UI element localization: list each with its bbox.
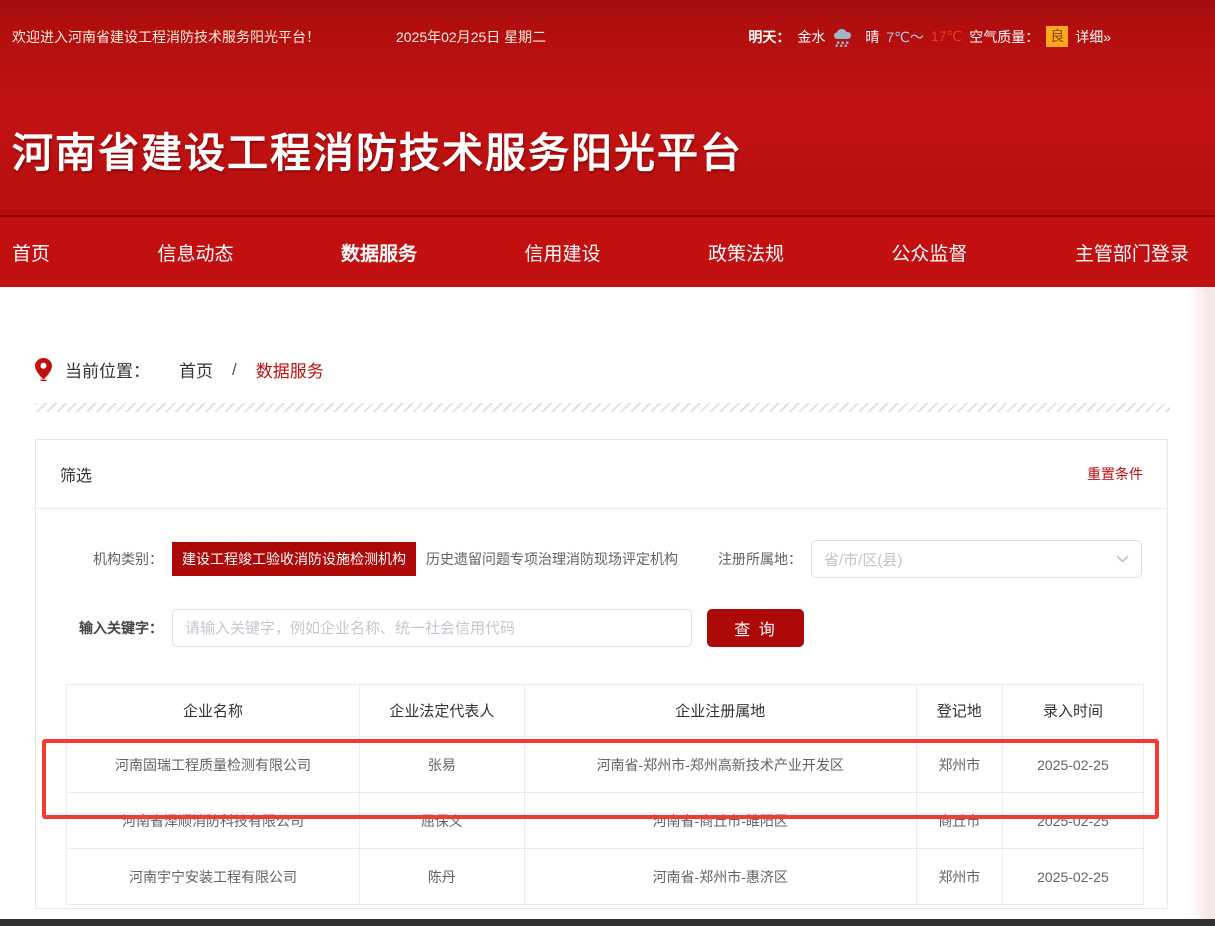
region-select-placeholder: 省/市/区(县) — [824, 549, 902, 570]
keyword-input[interactable] — [172, 609, 692, 647]
cell-address: 河南省-商丘市-睢阳区 — [524, 793, 916, 849]
col-header-entry-date: 录入时间 — [1002, 685, 1143, 737]
footer-top-edge — [0, 919, 1215, 926]
header-banner: 欢迎进入河南省建设工程消防技术服务阳光平台！ 2025年02月25日 星期二 明… — [0, 0, 1215, 215]
cell-legal-rep: 张易 — [359, 737, 524, 793]
temp-high: 17℃ — [931, 28, 962, 45]
table-row[interactable]: 河南省泽顺消防科技有限公司 屈保义 河南省-商丘市-睢阳区 商丘市 2025-0… — [67, 793, 1144, 849]
topbar: 欢迎进入河南省建设工程消防技术服务阳光平台！ 2025年02月25日 星期二 明… — [0, 0, 1215, 47]
category-option-active[interactable]: 建设工程竣工验收消防设施检测机构 — [172, 542, 416, 576]
nav-item-home[interactable]: 首页 — [12, 239, 50, 266]
filter-panel: 筛选 重置条件 机构类别： 建设工程竣工验收消防设施检测机构 历史遗留问题专项治… — [35, 439, 1168, 909]
region-select[interactable]: 省/市/区(县) — [811, 540, 1142, 578]
filter-header: 筛选 重置条件 — [36, 440, 1167, 509]
keyword-label: 输入关键字： — [36, 618, 163, 638]
breadcrumb-separator: / — [232, 360, 237, 380]
cell-legal-rep: 陈丹 — [359, 849, 524, 905]
welcome-text: 欢迎进入河南省建设工程消防技术服务阳光平台！ — [12, 27, 320, 47]
category-filter-row: 机构类别： 建设工程竣工验收消防设施检测机构 历史遗留问题专项治理消防现场评定机… — [36, 540, 1167, 578]
cell-company: 河南固瑞工程质量检测有限公司 — [67, 737, 360, 793]
page-title: 河南省建设工程消防技术服务阳光平台 — [12, 119, 1215, 179]
cell-entry-date: 2025-02-25 — [1002, 793, 1143, 849]
weather-detail-link[interactable]: 详细» — [1075, 27, 1111, 47]
breadcrumb-label: 当前位置： — [65, 357, 150, 382]
cell-reg-city: 郑州市 — [916, 849, 1002, 905]
cell-reg-city: 郑州市 — [916, 737, 1002, 793]
filter-title: 筛选 — [60, 462, 92, 486]
cell-entry-date: 2025-02-25 — [1002, 849, 1143, 905]
weather-district: 金水 — [797, 27, 825, 47]
air-quality-badge: 良 — [1046, 26, 1068, 47]
divider-slash-pattern — [35, 403, 1170, 412]
weather-condition: 晴 — [865, 27, 879, 47]
nav-item-admin-login[interactable]: 主管部门登录 — [1075, 239, 1189, 266]
table-row[interactable]: 河南宇宁安装工程有限公司 陈丹 河南省-郑州市-惠济区 郑州市 2025-02-… — [67, 849, 1144, 905]
cell-company: 河南省泽顺消防科技有限公司 — [67, 793, 360, 849]
category-label: 机构类别： — [36, 549, 163, 569]
reset-filters-link[interactable]: 重置条件 — [1087, 464, 1143, 484]
search-button[interactable]: 查 询 — [707, 609, 804, 647]
cell-reg-city: 商丘市 — [916, 793, 1002, 849]
date-text: 2025年02月25日 星期二 — [396, 27, 546, 47]
results-table: 企业名称 企业法定代表人 企业注册属地 登记地 录入时间 河南固瑞工程质量检测有… — [66, 684, 1144, 905]
category-option-inactive[interactable]: 历史遗留问题专项治理消防现场评定机构 — [426, 549, 678, 569]
col-header-legal-rep: 企业法定代表人 — [359, 685, 524, 737]
table-row[interactable]: 河南固瑞工程质量检测有限公司 张易 河南省-郑州市-郑州高新技术产业开发区 郑州… — [67, 737, 1144, 793]
cell-company: 河南宇宁安装工程有限公司 — [67, 849, 360, 905]
weather-label: 明天： — [748, 27, 790, 47]
cell-address: 河南省-郑州市-惠济区 — [524, 849, 916, 905]
col-header-company: 企业名称 — [67, 685, 360, 737]
cell-entry-date: 2025-02-25 — [1002, 737, 1143, 793]
air-quality-label: 空气质量： — [969, 27, 1039, 47]
cell-address: 河南省-郑州市-郑州高新技术产业开发区 — [524, 737, 916, 793]
chevron-down-icon — [1116, 555, 1129, 563]
weather-widget: 明天： 金水 晴 7℃～ 17℃ 空气质量： 良 详细» — [748, 26, 1111, 47]
main-nav: 首页 信息动态 数据服务 信用建设 政策法规 公众监督 主管部门登录 — [0, 215, 1215, 287]
keyword-filter-row: 输入关键字： 查 询 — [36, 609, 1167, 647]
col-header-address: 企业注册属地 — [524, 685, 916, 737]
nav-item-supervision[interactable]: 公众监督 — [891, 239, 967, 266]
temp-low: 7℃～ — [886, 27, 924, 47]
region-label: 注册所属地： — [718, 549, 802, 569]
content-area: 当前位置： 首页 / 数据服务 筛选 重置条件 机构类别： 建设工程竣工验收消防… — [0, 287, 1215, 926]
nav-item-credit[interactable]: 信用建设 — [524, 239, 600, 266]
cloud-icon — [832, 27, 858, 47]
nav-item-data-service[interactable]: 数据服务 — [341, 239, 417, 266]
region-filter-group: 注册所属地： 省/市/区(县) — [718, 540, 1167, 578]
breadcrumb: 当前位置： 首页 / 数据服务 — [0, 287, 1215, 382]
nav-item-policy[interactable]: 政策法规 — [708, 239, 784, 266]
table-header-row: 企业名称 企业法定代表人 企业注册属地 登记地 录入时间 — [67, 685, 1144, 737]
breadcrumb-current: 数据服务 — [256, 357, 324, 382]
cell-legal-rep: 屈保义 — [359, 793, 524, 849]
location-pin-icon — [35, 358, 52, 381]
breadcrumb-home-link[interactable]: 首页 — [179, 357, 213, 382]
nav-item-news[interactable]: 信息动态 — [157, 239, 233, 266]
col-header-reg-city: 登记地 — [916, 685, 1002, 737]
